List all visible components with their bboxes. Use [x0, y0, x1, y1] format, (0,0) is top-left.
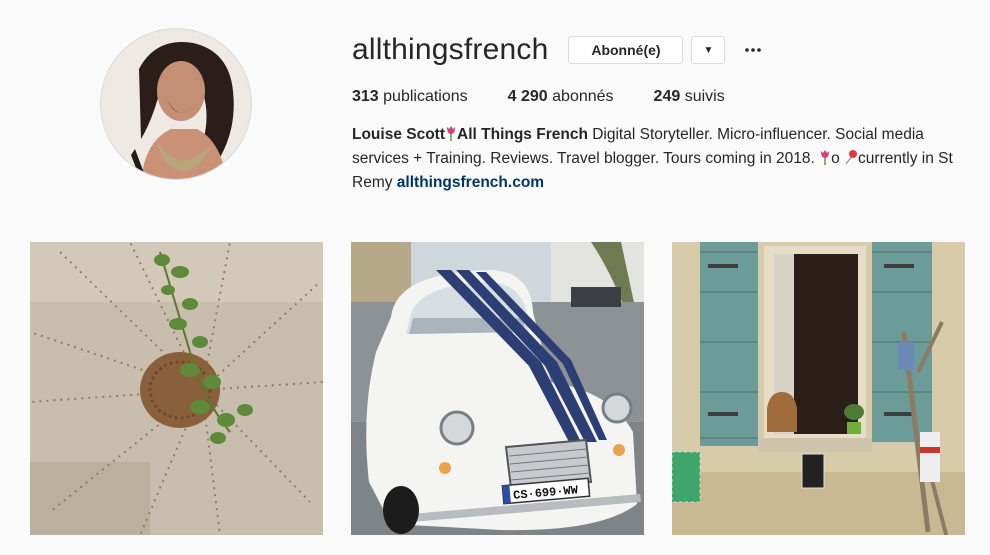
more-horizontal-icon — [745, 48, 762, 52]
followers-count[interactable]: 4 290 abonnés — [508, 88, 614, 106]
posts-count: 313 publications — [352, 88, 468, 106]
post-thumbnail[interactable] — [30, 242, 323, 535]
more-options-button[interactable] — [739, 36, 767, 64]
bio-text-2: o — [831, 150, 845, 167]
profile-stats: 313 publications 4 290 abonnés 249 suivi… — [352, 88, 972, 106]
post-thumbnail[interactable]: CS·699·WW — [351, 242, 644, 535]
followers-count-value: 4 290 — [507, 88, 548, 105]
following-count-value: 249 — [653, 88, 681, 105]
post-thumbnail-sun-wall — [30, 242, 323, 535]
following-button[interactable]: Abonné(e) — [568, 36, 684, 64]
profile-avatar[interactable] — [100, 28, 252, 180]
profile-header: allthingsfrench Abonné(e) ▼ 313 publicat… — [352, 30, 972, 195]
bio-website-link[interactable]: allthingsfrench.com — [397, 174, 544, 191]
post-thumbnail-window-shutters — [672, 242, 965, 535]
profile-bio: Louise Scott All Things French Digital St… — [352, 123, 962, 195]
caret-down-icon: ▼ — [703, 44, 714, 56]
posts-count-value: 313 — [352, 88, 379, 105]
profile-username: allthingsfrench — [352, 33, 549, 66]
followers-count-label: abonnés — [552, 88, 614, 105]
post-thumbnail-citroen-2cv: CS·699·WW — [351, 242, 644, 535]
post-thumbnail[interactable] — [672, 242, 965, 535]
following-count-label: suivis — [684, 88, 725, 105]
suggestions-dropdown-button[interactable]: ▼ — [691, 36, 726, 64]
posts-grid: CS·699·WW — [30, 242, 965, 535]
bio-full-name: Louise Scott — [352, 126, 446, 143]
bio-name-2: All Things French — [457, 126, 588, 143]
posts-count-label: publications — [383, 88, 468, 105]
tulip-icon — [821, 150, 830, 165]
following-count[interactable]: 249 suivis — [654, 88, 725, 106]
pushpin-icon — [845, 150, 858, 165]
tulip-icon — [447, 126, 456, 141]
